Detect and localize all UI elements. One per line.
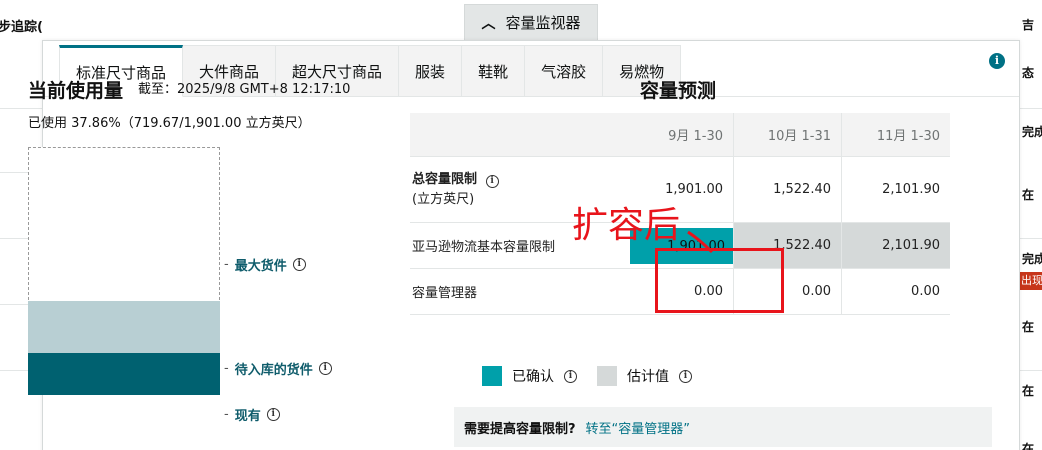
chevron-up-icon: ︿ [481,15,496,32]
background-right-cell: 在 [1022,188,1035,202]
increase-capacity-banner: 需要提高容量限制? 转至“容量管理器” [454,407,992,447]
forecast-legend: 已确认 i 估计值 i [482,366,692,386]
background-right-cell: 完成 [1022,252,1042,266]
column-header: 11月 1-30 [841,113,950,156]
forecast-header-row: 9月 1-30 10月 1-31 11月 1-30 [410,113,950,157]
background-status-badge: 出现 [1020,272,1042,290]
estimated-value-cell: 1,522.40 [733,223,841,268]
background-right-cell: 在 [1022,320,1035,334]
onhand-text: 现有 [234,409,261,424]
tab-footwear[interactable]: 鞋靴 [462,45,526,97]
info-icon[interactable]: i [266,408,280,421]
capacity-monitor-toggle[interactable]: ︿ 容量监视器 [464,4,598,40]
table-cell: 0.00 [733,269,841,314]
estimated-swatch [597,366,617,386]
divider [1020,238,1042,239]
background-right-column: 吉 态 完成 在 完成 出现 在 在 在 [1020,0,1042,450]
divider [0,108,45,109]
info-icon[interactable]: i [485,174,499,188]
tab-apparel[interactable]: 服装 [399,45,463,97]
capacity-manager-label: 容量管理器 [412,286,478,301]
gauge-onhand-segment [28,353,220,395]
column-header: 10月 1-31 [733,113,841,156]
inbound-shipment-label: - 待入库的货件 i [224,359,332,378]
increase-capacity-question: 需要提高容量限制? [464,421,576,437]
current-usage-title: 当前使用量 [28,80,124,102]
background-right-cell: 吉 [1022,18,1035,32]
capacity-manager-link[interactable]: 转至“容量管理器” [586,418,690,437]
table-cell: 0.00 [841,269,950,314]
max-shipment-text: 最大货件 [234,259,287,274]
annotation-text: 扩容后 [572,205,681,246]
usage-timestamp: 截至：2025/9/8 GMT+8 12:17:10 [138,82,351,97]
background-right-cell: 在 [1022,442,1035,450]
tab-aerosol[interactable]: 气溶胶 [525,45,604,97]
max-shipment-label: - 最大货件 i [224,255,306,274]
background-left-text: 步追踪( [0,20,43,35]
unit-label: (立方英尺) [412,191,475,207]
background-right-cell: 态 [1022,66,1035,80]
confirmed-legend-label: 已确认 [512,369,554,385]
usage-gauge [28,147,220,395]
usage-percentage: 已使用 37.86%（719.67/1,901.00 立方英尺） [28,116,311,131]
info-icon[interactable]: i [292,258,306,271]
table-cell: 1,522.40 [733,157,841,222]
info-icon[interactable]: i [679,369,692,383]
gauge-inbound-segment [28,301,220,353]
info-icon[interactable]: i [989,53,1005,69]
table-cell: 2,101.90 [841,157,950,222]
background-right-cell: 完成 [1022,125,1042,139]
total-limit-label: 总容量限制 [412,171,478,187]
capacity-forecast-title: 容量预测 [640,80,717,102]
divider [1020,370,1042,371]
estimated-value-cell: 2,101.90 [841,223,950,268]
column-header: 9月 1-30 [668,129,723,144]
confirmed-swatch [482,366,502,386]
info-icon[interactable]: i [318,362,332,375]
capacity-monitor-label: 容量监视器 [505,14,581,32]
inbound-shipment-text: 待入库的货件 [234,363,313,378]
info-icon[interactable]: i [564,369,577,383]
estimated-legend-label: 估计值 [627,369,669,385]
table-row: 容量管理器 0.00 0.00 0.00 [410,269,950,315]
onhand-label: - 现有 i [224,405,280,424]
table-cell: 0.00 [694,284,723,299]
divider [1020,108,1042,109]
background-right-cell: 在 [1022,384,1035,398]
